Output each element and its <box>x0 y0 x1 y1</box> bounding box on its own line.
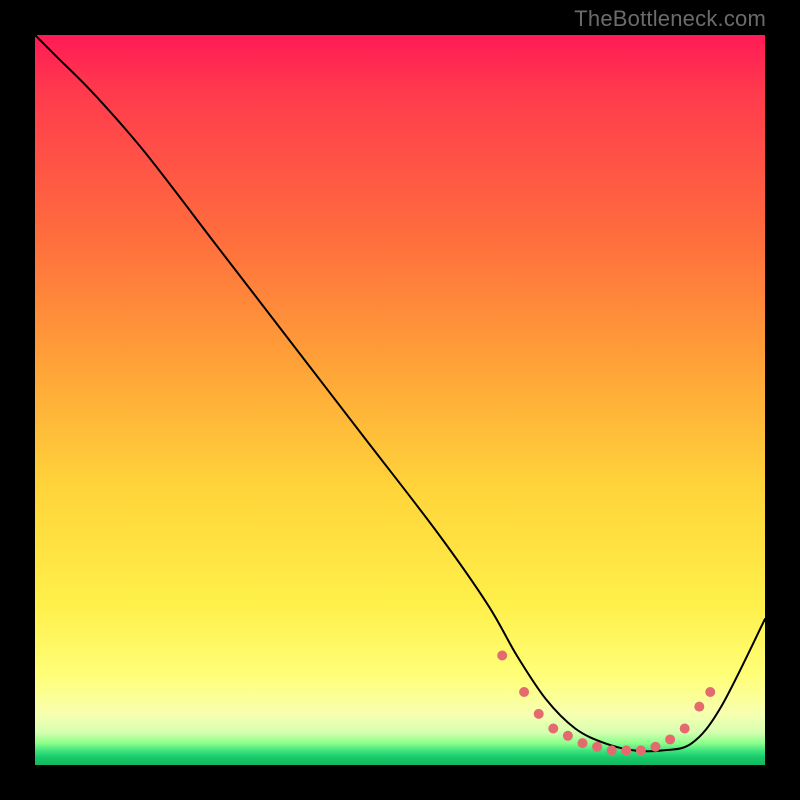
marker-dot <box>621 745 631 755</box>
marker-dots <box>497 651 715 756</box>
chart-frame: TheBottleneck.com <box>0 0 800 800</box>
marker-dot <box>578 738 588 748</box>
marker-dot <box>705 687 715 697</box>
curve-svg <box>35 35 765 765</box>
marker-dot <box>519 687 529 697</box>
marker-dot <box>497 651 507 661</box>
marker-dot <box>548 724 558 734</box>
watermark-text: TheBottleneck.com <box>574 6 766 32</box>
marker-dot <box>534 709 544 719</box>
marker-dot <box>592 742 602 752</box>
marker-dot <box>563 731 573 741</box>
marker-dot <box>665 734 675 744</box>
marker-dot <box>651 742 661 752</box>
marker-dot <box>680 724 690 734</box>
main-curve <box>35 35 765 751</box>
marker-dot <box>694 702 704 712</box>
plot-area <box>35 35 765 765</box>
marker-dot <box>607 745 617 755</box>
marker-dot <box>636 745 646 755</box>
